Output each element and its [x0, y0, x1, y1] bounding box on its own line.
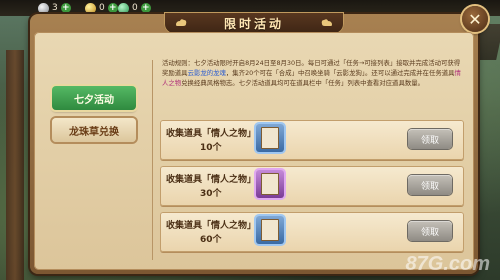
cloud-ornament-icon: [321, 19, 332, 26]
panel-title-bar: 限时活动: [164, 12, 344, 34]
reward-label: 收集道具「情人之物」: [166, 175, 257, 185]
claim-button[interactable]: 领取: [408, 221, 452, 241]
tab-dragon-grass-exchange[interactable]: 龙珠草兑换: [52, 118, 136, 142]
reward-item-icon[interactable]: [256, 170, 284, 198]
add-gold-button[interactable]: +: [107, 3, 118, 13]
reward-count: 10个: [200, 143, 222, 153]
claim-button[interactable]: 领取: [408, 129, 452, 149]
jade-amount: 0: [132, 3, 138, 13]
gold-ingot-icon: [85, 2, 96, 14]
reward-row: 收集道具「情人之物」 30个 领取: [160, 166, 464, 206]
resource-silver: 3 +: [38, 1, 71, 15]
event-panel: 限时活动 ✕ 七夕活动 龙珠草兑换 活动规则：七夕活动限时开启8月24日至8月3…: [30, 6, 488, 274]
rules-highlight-dragon-soul: 云影龙的龙魂: [187, 69, 226, 77]
reward-label: 收集道具「情人之物」: [166, 221, 257, 231]
reward-item-icon[interactable]: [256, 216, 284, 244]
rules-part-3: 兑换经典风格物志。七夕活动道具均可在道具栏中「任务」列表中查看对应道具数量。: [181, 79, 425, 87]
silver-amount: 3: [52, 3, 58, 13]
reward-item-icon[interactable]: [256, 124, 284, 152]
reward-row: 收集道具「情人之物」 10个 领取: [160, 120, 464, 160]
silver-coin-icon: [38, 2, 49, 14]
reward-row: 收集道具「情人之物」 60个 领取: [160, 212, 464, 252]
reward-label: 收集道具「情人之物」: [166, 129, 257, 139]
tab-qixi-event[interactable]: 七夕活动: [52, 86, 136, 110]
sidebar: 七夕活动 龙珠草兑换: [42, 56, 148, 264]
claim-button[interactable]: 领取: [408, 175, 452, 195]
panel-content: 七夕活动 龙珠草兑换 活动规则：七夕活动限时开启8月24日至8月30日。每日可通…: [34, 32, 474, 270]
gold-amount: 0: [99, 3, 105, 13]
site-watermark: 87G.com: [405, 253, 490, 275]
event-rules-text: 活动规则：七夕活动限时开启8月24日至8月30日。每日可通过「任务→可接列表」接…: [162, 58, 462, 120]
cloud-ornament-icon: [176, 19, 187, 26]
lover-item-card-icon: [261, 127, 279, 149]
rules-part-2: ，集齐20个可在「合成」中召唤坐骑「云影龙狗」。还可以通过完成并在任务道具: [225, 69, 455, 77]
lover-item-card-icon: [261, 173, 279, 195]
reward-count: 30个: [200, 189, 222, 199]
close-button[interactable]: ✕: [462, 6, 488, 32]
background-pillar: [6, 50, 24, 280]
resource-jade: 0 +: [118, 1, 151, 15]
add-jade-button[interactable]: +: [140, 3, 151, 13]
resource-gold: 0 +: [85, 1, 118, 15]
add-silver-button[interactable]: +: [60, 3, 71, 13]
lover-item-card-icon: [261, 219, 279, 241]
sidebar-divider: [152, 60, 153, 260]
reward-count: 60个: [200, 235, 222, 245]
panel-title: 限时活动: [223, 16, 284, 31]
jade-icon: [118, 2, 129, 14]
